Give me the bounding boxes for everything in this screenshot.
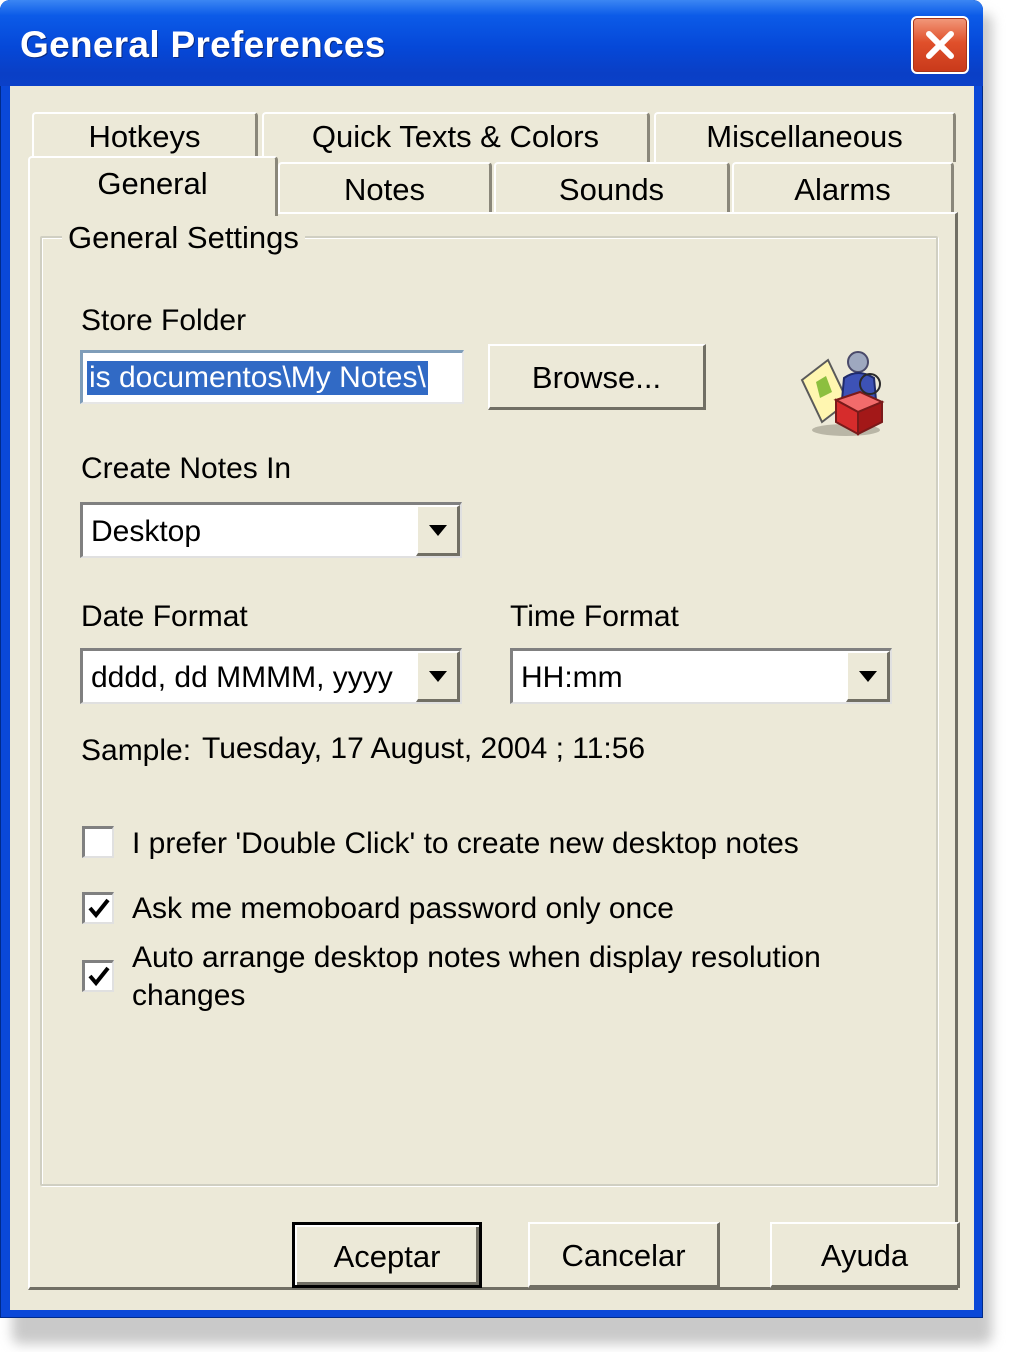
window-title: General Preferences: [20, 24, 386, 65]
tab-label: Alarms: [794, 172, 891, 207]
tab-label: Miscellaneous: [706, 119, 903, 154]
double-click-label[interactable]: I prefer 'Double Click' to create new de…: [132, 827, 799, 861]
help-button[interactable]: Ayuda: [770, 1222, 960, 1288]
tab-hotkeys[interactable]: Hotkeys: [32, 112, 258, 162]
close-icon: [926, 31, 954, 59]
tab-label: Notes: [344, 172, 425, 207]
dialog-client-area: Hotkeys Quick Texts & Colors Miscellaneo…: [10, 86, 974, 1310]
browse-button[interactable]: Browse...: [488, 344, 706, 410]
chevron-down-icon: [859, 671, 877, 682]
tab-label: Hotkeys: [88, 119, 201, 154]
sample-value: Tuesday, 17 August, 2004 ; 11:56: [202, 732, 646, 765]
dropdown-button[interactable]: [846, 651, 890, 702]
cancel-button[interactable]: Cancelar: [528, 1222, 720, 1288]
tab-alarms[interactable]: Alarms: [732, 162, 954, 214]
tab-general[interactable]: General: [28, 156, 278, 216]
tab-quick-texts-colors[interactable]: Quick Texts & Colors: [262, 112, 650, 162]
store-folder-input[interactable]: is documentos\My Notes\: [80, 350, 464, 404]
close-button[interactable]: [911, 16, 969, 74]
password-once-label[interactable]: Ask me memoboard password only once: [132, 892, 674, 926]
time-format-value: HH:mm: [521, 661, 623, 694]
auto-arrange-checkbox[interactable]: [82, 960, 114, 992]
checkmark-icon: [88, 966, 110, 987]
password-once-checkbox[interactable]: [82, 892, 114, 924]
tab-label: Sounds: [558, 172, 665, 207]
date-format-select[interactable]: dddd, dd MMMM, yyyy: [80, 648, 462, 704]
tab-label: General: [97, 166, 208, 201]
auto-arrange-label-line1[interactable]: Auto arrange desktop notes when display …: [132, 941, 821, 975]
title-bar[interactable]: General Preferences: [0, 0, 983, 86]
ok-button-label: Aceptar: [333, 1239, 441, 1274]
double-click-checkbox[interactable]: [82, 826, 114, 858]
app-notes-icon: [800, 351, 885, 436]
create-notes-in-value: Desktop: [91, 515, 202, 548]
cancel-button-label: Cancelar: [561, 1238, 686, 1273]
ok-button[interactable]: Aceptar: [292, 1222, 482, 1288]
checkmark-icon: [88, 898, 110, 919]
help-button-label: Ayuda: [820, 1238, 909, 1273]
store-folder-label: Store Folder: [81, 304, 247, 337]
tab-sounds[interactable]: Sounds: [494, 162, 730, 214]
tab-label: Quick Texts & Colors: [311, 119, 600, 154]
date-format-label: Date Format: [81, 600, 248, 633]
group-title: General Settings: [62, 220, 305, 256]
dropdown-button[interactable]: [416, 505, 460, 556]
dropdown-button[interactable]: [416, 651, 460, 702]
create-notes-in-select[interactable]: Desktop: [80, 502, 462, 558]
tab-miscellaneous[interactable]: Miscellaneous: [654, 112, 956, 162]
time-format-select[interactable]: HH:mm: [510, 648, 892, 704]
chevron-down-icon: [429, 671, 447, 682]
preferences-window: General Preferences Hotkeys Quick Texts …: [0, 0, 983, 1318]
auto-arrange-label-line2[interactable]: changes: [132, 979, 245, 1013]
date-format-value: dddd, dd MMMM, yyyy: [91, 661, 393, 694]
browse-button-label: Browse...: [531, 360, 662, 395]
store-folder-value: is documentos\My Notes\: [87, 361, 428, 395]
sample-label: Sample:: [81, 734, 192, 767]
time-format-label: Time Format: [510, 600, 679, 633]
chevron-down-icon: [429, 525, 447, 536]
create-notes-in-label: Create Notes In: [81, 452, 292, 485]
tab-notes[interactable]: Notes: [278, 162, 492, 214]
